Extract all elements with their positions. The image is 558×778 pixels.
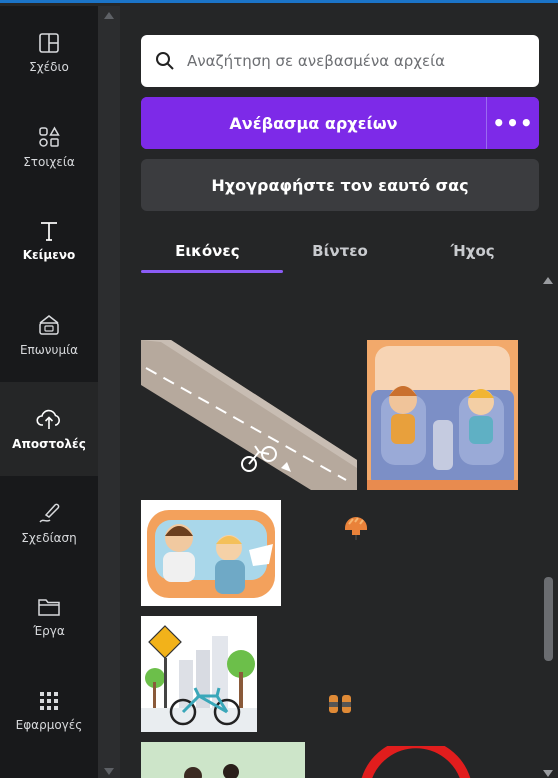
editor-frame: Σχέδιο Στοιχεία Κείμενο Επωνυμία Αποστολ… <box>0 0 558 778</box>
upload-files-button[interactable]: Ανέβασμα αρχείων <box>141 97 486 149</box>
thumbnail-knee-pads[interactable] <box>326 692 354 716</box>
rail-item-draw[interactable]: Σχεδίαση <box>0 476 98 570</box>
uploads-panel: Ανέβασμα αρχείων ••• Ηχογραφήστε τον εαυ… <box>120 6 558 778</box>
text-icon <box>41 222 57 241</box>
apps-grid-icon <box>40 692 58 710</box>
record-yourself-button[interactable]: Ηχογραφήστε τον εαυτό σας <box>141 159 539 211</box>
rail-item-label: Εφαρμογές <box>15 718 83 732</box>
rail-scrollbar[interactable] <box>98 6 120 778</box>
more-options-button[interactable]: ••• <box>487 97 539 149</box>
layout-icon <box>39 33 59 53</box>
tab-images[interactable]: Εικόνες <box>141 230 274 272</box>
rail-item-label: Επωνυμία <box>19 343 79 357</box>
thumbnail-kids-car-seats[interactable] <box>367 340 518 490</box>
thumbnail-helmet[interactable] <box>341 512 371 542</box>
rail-item-elements[interactable]: Στοιχεία <box>0 100 98 194</box>
active-tab-indicator <box>141 270 283 273</box>
upload-cloud-icon <box>36 409 60 429</box>
upload-button-group: Ανέβασμα αρχείων ••• <box>141 97 539 149</box>
elements-icon <box>39 126 60 147</box>
thumbnail-kids-bus[interactable] <box>141 500 281 606</box>
search-input[interactable] <box>187 52 517 70</box>
rail-item-label: Σχεδίαση <box>21 531 77 545</box>
rail-item-projects[interactable]: Έργα <box>0 570 98 664</box>
rail-item-uploads[interactable]: Αποστολές <box>0 382 98 476</box>
rail-item-label: Κείμενο <box>22 248 76 262</box>
rail-item-apps[interactable]: Εφαρμογές <box>0 664 98 758</box>
thumbnail-bicycle-sign[interactable] <box>141 616 257 732</box>
content-scrollbar[interactable] <box>538 271 558 778</box>
scroll-up-arrow-icon[interactable] <box>543 277 553 284</box>
scroll-down-arrow-icon[interactable] <box>543 770 553 777</box>
rail-item-label: Στοιχεία <box>23 155 75 169</box>
folder-icon <box>38 599 60 616</box>
tab-audio[interactable]: Ήχος <box>406 230 539 272</box>
rail-item-text[interactable]: Κείμενο <box>0 194 98 288</box>
brand-icon <box>39 315 59 335</box>
thumbnail-people-greeting[interactable] <box>141 742 305 778</box>
rail-item-brand[interactable]: Επωνυμία <box>0 288 98 382</box>
rail-item-label: Σχέδιο <box>29 60 69 74</box>
scroll-up-arrow-icon[interactable] <box>104 12 114 19</box>
scroll-down-arrow-icon[interactable] <box>104 768 114 775</box>
media-tabs: Εικόνες Βίντεο Ήχος <box>141 230 539 272</box>
rail-item-label: Αποστολές <box>12 437 86 451</box>
rail-item-label: Έργα <box>33 624 65 638</box>
search-box[interactable] <box>141 35 539 87</box>
scrollbar-thumb[interactable] <box>544 577 553 661</box>
rail-item-design[interactable]: Σχέδιο <box>0 6 98 100</box>
thumbnail-bike-lane[interactable] <box>141 340 357 490</box>
search-icon <box>156 52 174 70</box>
side-rail: Σχέδιο Στοιχεία Κείμενο Επωνυμία Αποστολ… <box>0 6 98 778</box>
tab-videos[interactable]: Βίντεο <box>274 230 407 272</box>
draw-icon <box>39 503 60 523</box>
thumbnail-red-circle[interactable] <box>356 746 476 778</box>
